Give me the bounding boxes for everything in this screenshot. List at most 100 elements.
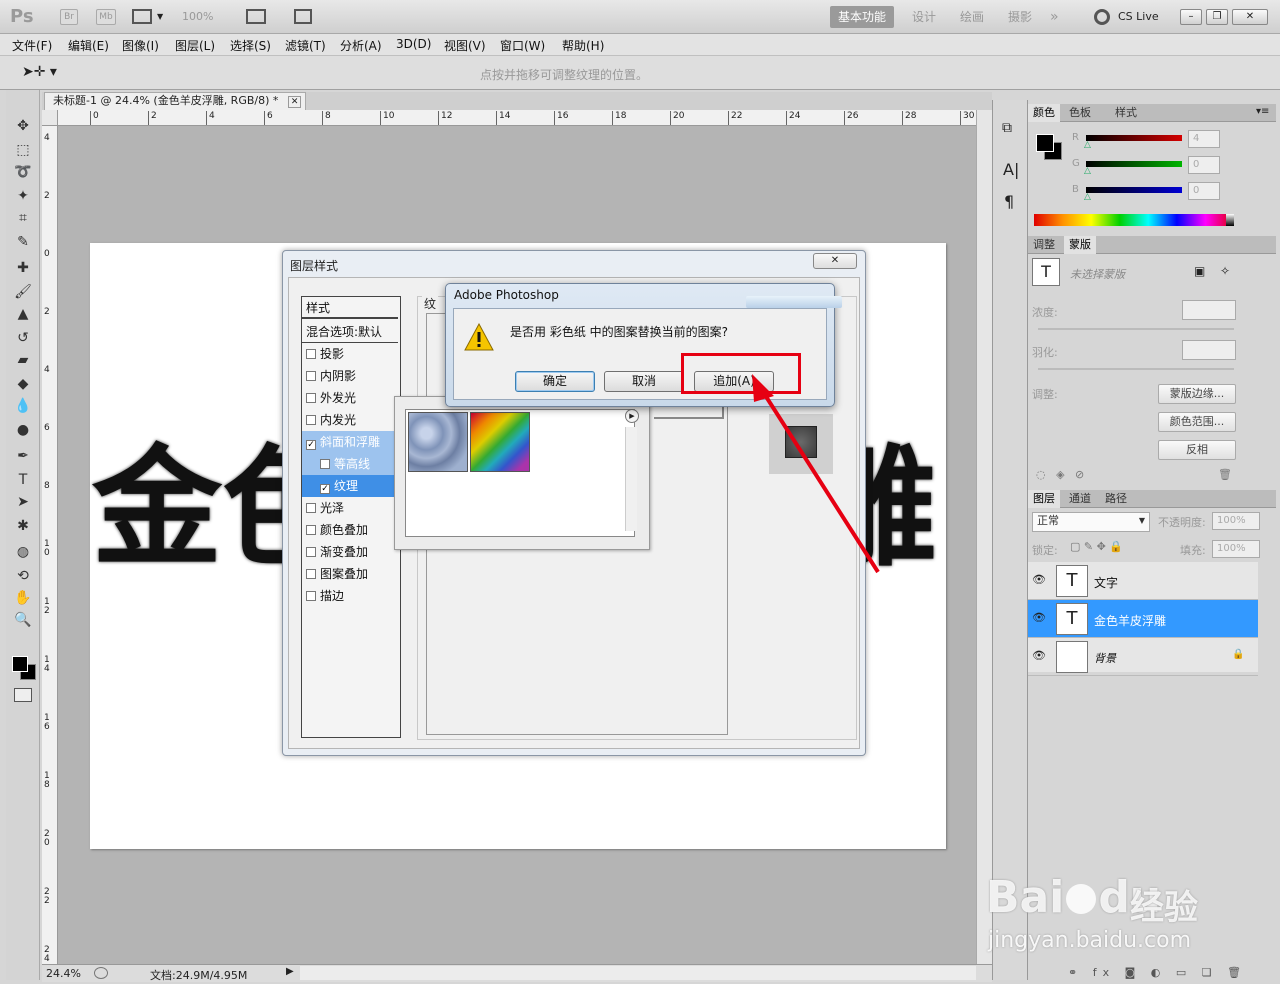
tab-layers[interactable]: 图层	[1028, 490, 1060, 508]
close-tab-icon[interactable]: ✕	[287, 96, 302, 108]
slider-handle-icon[interactable]: △	[1084, 192, 1091, 202]
document-tab[interactable]: 未标题-1 @ 24.4% (金色羊皮浮雕, RGB/8) * ✕	[44, 92, 306, 110]
history-panel-icon[interactable]: ⧉	[1002, 120, 1012, 136]
style-checkbox[interactable]	[306, 415, 316, 425]
vertical-scrollbar[interactable]	[976, 110, 992, 964]
mini-bridge-button[interactable]: Mb	[96, 9, 116, 25]
style-checkbox[interactable]	[306, 503, 316, 513]
shape-tool-icon[interactable]: ✱	[12, 516, 34, 536]
channel-value-field[interactable]: 0	[1188, 182, 1220, 200]
view-extras-icon[interactable]	[132, 9, 152, 24]
workspace-design[interactable]: 设计	[904, 6, 944, 28]
mask-edge-button[interactable]: 蒙版边缘...	[1158, 384, 1236, 404]
style-item[interactable]: 投影	[302, 343, 398, 365]
status-icon[interactable]	[94, 967, 108, 979]
arrange-documents-icon[interactable]	[246, 9, 266, 24]
channel-slider[interactable]	[1086, 161, 1182, 167]
crop-tool-icon[interactable]: ⌗	[12, 208, 34, 228]
menu-view[interactable]: 视图(V)	[444, 37, 486, 54]
style-checkbox[interactable]	[320, 459, 330, 469]
minimize-button[interactable]: –	[1180, 9, 1202, 25]
menu-select[interactable]: 选择(S)	[230, 37, 271, 54]
menu-image[interactable]: 图像(I)	[122, 37, 159, 54]
history-brush-tool-icon[interactable]: ↺	[12, 328, 34, 348]
style-item[interactable]: 外发光	[302, 387, 398, 409]
foreground-color-swatch[interactable]	[1036, 134, 1054, 152]
hand-tool-icon[interactable]: ✋	[12, 588, 34, 608]
path-select-tool-icon[interactable]: ➤	[12, 492, 34, 512]
lasso-tool-icon[interactable]: ➰	[12, 162, 34, 182]
eraser-tool-icon[interactable]: ▰	[12, 350, 34, 370]
dialog-close-button[interactable]: ✕	[813, 253, 857, 269]
style-item[interactable]: 光泽	[302, 497, 398, 519]
layers-footer-icons[interactable]: ⚭ fx ◙ ◐ ▭ ❏ 🗑	[1068, 966, 1247, 979]
bridge-button[interactable]: Br	[60, 9, 78, 25]
style-checkbox[interactable]: ✓	[320, 484, 330, 494]
tab-masks[interactable]: 蒙版	[1064, 236, 1096, 254]
move-tool-icon[interactable]: ✥	[12, 116, 34, 136]
vertical-ruler[interactable]: 4 2 0 2 4 6 8 1 0 1 2 1 4 1 6 1 8 2 0 2 2 2 4	[42, 126, 58, 964]
paint-bucket-tool-icon[interactable]: ◆	[12, 374, 34, 394]
style-checkbox[interactable]	[306, 349, 316, 359]
blend-mode-select[interactable]: 正常 ▼	[1032, 512, 1150, 532]
pattern-scrollbar[interactable]	[625, 427, 637, 531]
style-checkbox[interactable]: ✓	[306, 440, 316, 450]
feather-slider[interactable]	[1038, 368, 1234, 370]
screen-mode-icon[interactable]	[294, 9, 312, 24]
close-button[interactable]: ✕	[1232, 9, 1268, 25]
menu-3d[interactable]: 3D(D)	[396, 37, 431, 51]
cs-live-icon[interactable]	[1094, 9, 1110, 25]
style-checkbox[interactable]	[306, 393, 316, 403]
slider-handle-icon[interactable]: △	[1084, 166, 1091, 176]
more-workspaces-icon[interactable]: »	[1042, 6, 1067, 28]
style-item[interactable]: ✓ 斜面和浮雕	[302, 431, 398, 453]
status-zoom[interactable]: 24.4%	[46, 967, 81, 980]
menu-help[interactable]: 帮助(H)	[562, 37, 604, 54]
3d-rotate-tool-icon[interactable]: ◍	[12, 542, 34, 562]
menu-layer[interactable]: 图层(L)	[175, 37, 215, 54]
menu-analysis[interactable]: 分析(A)	[340, 37, 382, 54]
tab-channels[interactable]: 通道	[1064, 490, 1096, 508]
blending-options-item[interactable]: 混合选项:默认	[302, 321, 398, 343]
cs-live-menu[interactable]: CS Live	[1118, 10, 1159, 23]
cancel-button[interactable]: 取消	[604, 371, 684, 392]
horizontal-scrollbar[interactable]	[300, 966, 976, 980]
blur-tool-icon[interactable]: 💧	[12, 396, 34, 416]
zoom-level[interactable]: 100%	[182, 10, 213, 23]
channel-slider[interactable]	[1086, 135, 1182, 141]
layer-row[interactable]: 👁 T 金色羊皮浮雕	[1028, 600, 1258, 638]
3d-orbit-tool-icon[interactable]: ⟲	[12, 566, 34, 586]
layer-lock-icon[interactable]: 🔒	[1232, 649, 1244, 660]
style-item[interactable]: 图案叠加	[302, 563, 398, 585]
quick-mask-icon[interactable]	[14, 688, 32, 702]
style-checkbox[interactable]	[306, 525, 316, 535]
style-item[interactable]: 等高线	[302, 453, 398, 475]
type-tool-icon[interactable]: T	[12, 470, 34, 490]
style-checkbox[interactable]	[306, 371, 316, 381]
layer-row[interactable]: 👁 T 文字	[1028, 562, 1258, 600]
character-panel-icon[interactable]: A|	[1003, 160, 1019, 179]
style-item[interactable]: 内发光	[302, 409, 398, 431]
style-checkbox[interactable]	[306, 569, 316, 579]
color-spectrum-bar[interactable]	[1034, 214, 1234, 226]
mask-footer-icons[interactable]: ◌ ◈ ⊘	[1036, 468, 1084, 481]
invert-button[interactable]: 反相	[1158, 440, 1236, 460]
ok-button[interactable]: 确定	[515, 371, 595, 392]
pattern-colored-paper-swatch[interactable]	[470, 412, 530, 472]
move-tool-preset-icon[interactable]: ➤✛ ▾	[22, 64, 57, 80]
channel-slider[interactable]	[1086, 187, 1182, 193]
style-item[interactable]: 描边	[302, 585, 398, 607]
pixel-mask-icon[interactable]: ▣	[1194, 264, 1205, 278]
tab-color[interactable]: 颜色	[1028, 104, 1060, 122]
style-item[interactable]: 渐变叠加	[302, 541, 398, 563]
tab-styles[interactable]: 样式	[1110, 104, 1142, 122]
pen-tool-icon[interactable]: ✒	[12, 446, 34, 466]
brush-tool-icon[interactable]: 🖌	[12, 282, 34, 302]
chevron-down-icon[interactable]: ▼	[157, 12, 163, 21]
density-slider[interactable]	[1038, 328, 1234, 330]
visibility-eye-icon[interactable]: 👁	[1032, 611, 1046, 624]
workspace-essentials[interactable]: 基本功能	[830, 6, 895, 28]
opacity-field[interactable]: 100%	[1212, 512, 1260, 530]
density-field[interactable]	[1182, 300, 1236, 320]
fill-field[interactable]: 100%	[1212, 540, 1260, 558]
